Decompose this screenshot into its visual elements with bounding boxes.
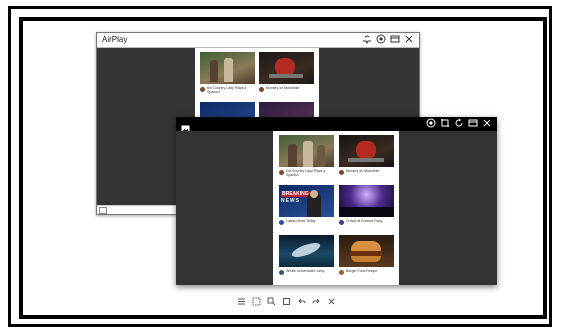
- front-right-panel: [399, 131, 497, 285]
- close-icon[interactable]: [327, 297, 336, 306]
- video-caption: Latest News Today: [286, 219, 316, 223]
- avatar: [339, 220, 344, 225]
- video-thumbnail[interactable]: [200, 52, 255, 84]
- close-icon[interactable]: [482, 118, 492, 128]
- avatar: [279, 170, 284, 175]
- mirror-window-front: Kid Country Lady Plays a Spanish Monkey …: [176, 117, 497, 285]
- video-card[interactable]: BREAKING NEWS Latest News Today: [279, 185, 334, 231]
- avatar: [279, 220, 284, 225]
- bottom-toolbar: [233, 294, 345, 308]
- menu-icon[interactable]: [237, 297, 246, 306]
- screenshot-icon[interactable]: [252, 297, 261, 306]
- video-thumbnail[interactable]: [339, 135, 394, 167]
- front-left-panel: [176, 131, 273, 285]
- close-icon[interactable]: [404, 34, 414, 44]
- back-titlebar: AirPlay: [97, 33, 419, 48]
- video-caption: Monkey on Motorbike: [266, 86, 300, 90]
- undo-icon[interactable]: [297, 297, 306, 306]
- crop-icon[interactable]: [440, 118, 450, 128]
- redo-icon[interactable]: [312, 297, 321, 306]
- avatar: [279, 270, 284, 275]
- window-icon[interactable]: [468, 118, 478, 128]
- video-caption: Burger Food Recipe: [346, 269, 378, 273]
- record-icon[interactable]: [376, 34, 386, 44]
- video-caption: Kid Country Lady Plays a Spanish: [207, 86, 247, 94]
- image-icon: [181, 120, 190, 133]
- breaking-badge: BREAKING: [281, 191, 310, 197]
- video-caption: Kid Country Lady Plays a Spanish: [286, 169, 326, 177]
- front-titlebar: [176, 117, 497, 133]
- video-card[interactable]: Monkey on Motorbike: [259, 52, 314, 98]
- record-icon[interactable]: [426, 118, 436, 128]
- window-title: AirPlay: [102, 35, 128, 44]
- video-thumbnail[interactable]: [339, 235, 394, 267]
- video-card[interactable]: Whale Underwater Jump: [279, 235, 334, 281]
- video-card[interactable]: Monkey on Motorbike: [339, 135, 394, 181]
- rotate-icon[interactable]: [454, 118, 464, 128]
- paint-icon[interactable]: [267, 297, 276, 306]
- fullscreen-icon[interactable]: [282, 297, 291, 306]
- front-video-feed: Kid Country Lady Plays a Spanish Monkey …: [273, 131, 399, 285]
- video-card[interactable]: Kid Country Lady Plays a Spanish: [200, 52, 255, 98]
- video-thumbnail[interactable]: BREAKING NEWS: [279, 185, 334, 217]
- video-card[interactable]: Burger Food Recipe: [339, 235, 394, 281]
- avatar: [259, 87, 264, 92]
- avatar: [339, 170, 344, 175]
- front-titlebar-icons: [426, 118, 492, 128]
- video-thumbnail[interactable]: [279, 235, 334, 267]
- video-card[interactable]: Kid Country Lady Plays a Spanish: [279, 135, 334, 181]
- back-titlebar-icons: [362, 34, 414, 44]
- video-thumbnail[interactable]: [279, 135, 334, 167]
- avatar: [200, 87, 205, 92]
- window-icon[interactable]: [390, 34, 400, 44]
- cast-icon[interactable]: [362, 34, 372, 44]
- video-thumbnail[interactable]: [259, 52, 314, 84]
- news-badge: NEWS: [281, 198, 300, 204]
- video-thumbnail[interactable]: [339, 185, 394, 217]
- video-caption: Monkey on Motorbike: [346, 169, 380, 173]
- video-caption: Crowd at Concert Party: [346, 219, 383, 223]
- status-icon: [99, 207, 107, 214]
- avatar: [339, 270, 344, 275]
- video-card[interactable]: Crowd at Concert Party: [339, 185, 394, 231]
- video-caption: Whale Underwater Jump: [286, 269, 325, 273]
